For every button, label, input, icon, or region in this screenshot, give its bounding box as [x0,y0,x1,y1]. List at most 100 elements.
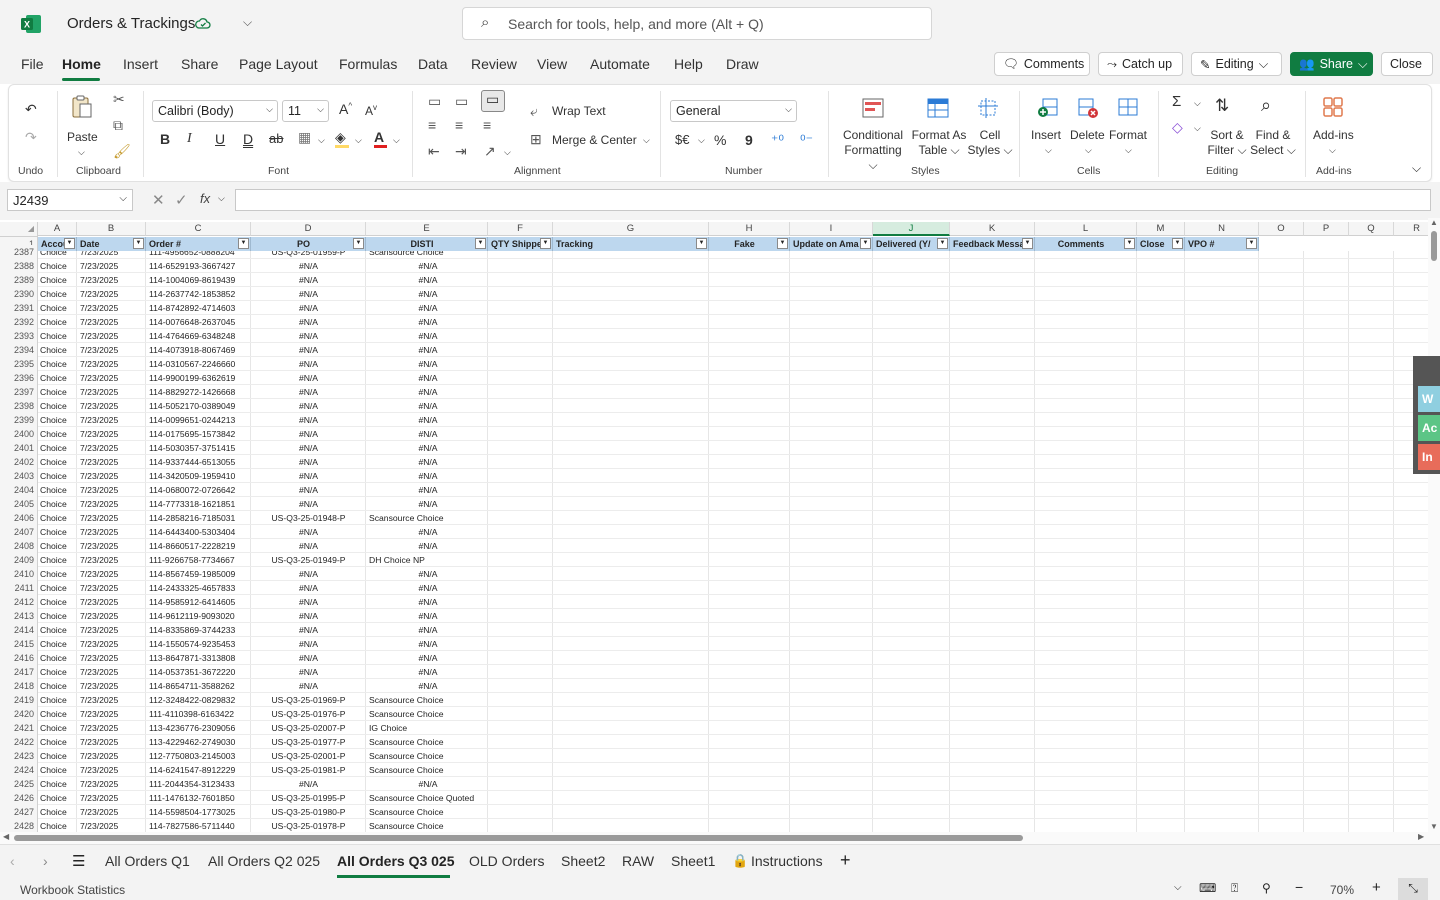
row-number[interactable]: 2411 [0,581,38,595]
font-color-icon[interactable]: A [374,129,387,148]
cell-e[interactable]: Scansource Choice [369,707,487,721]
increase-font-size-icon[interactable]: A^ [339,101,352,117]
chevron-down-icon[interactable]: ⌵ [218,193,225,204]
header-cell-f[interactable]: QTY Shippe ▼ [488,237,553,251]
cell-e[interactable]: #N/A [369,357,487,371]
keyboard-icon[interactable]: ⌨ [1199,881,1216,895]
cell-d[interactable]: US-Q3-25-01977-P [251,735,366,749]
vertical-scroll-thumb[interactable] [1431,231,1437,261]
cell-b[interactable]: 7/23/2025 [80,329,144,343]
cell-b[interactable]: 7/23/2025 [80,399,144,413]
chevron-down-icon[interactable]: ⌵ [318,135,325,146]
cell-e[interactable]: #N/A [369,343,487,357]
cell-b[interactable]: 7/23/2025 [80,819,144,832]
cell-d[interactable]: US-Q3-25-01981-P [251,763,366,777]
cell-d[interactable]: #N/A [251,427,366,441]
increase-indent-icon[interactable]: ⇥ [455,143,467,160]
horizontal-scroll-thumb[interactable] [14,835,1023,841]
column-header-p[interactable]: P [1304,222,1349,236]
conditional-formatting-button[interactable]: Conditional Formatting ⌵ [839,128,907,173]
align-middle-icon[interactable]: ▭ [455,93,468,110]
cell-d[interactable]: US-Q3-25-01976-P [251,707,366,721]
cell-d[interactable]: #N/A [251,315,366,329]
redo-icon[interactable]: ↷ [25,129,37,146]
menu-help[interactable]: Help [674,56,703,72]
ribbon-collapse-icon[interactable]: ⌵ [1412,161,1421,176]
header-cell-m[interactable]: Close ▼ [1137,237,1185,251]
row-number[interactable]: 2403 [0,469,38,483]
cell-c[interactable]: 113-4229462-2749030 [149,735,249,749]
cell-c[interactable]: 114-0175695-1573842 [149,427,249,441]
header-cell-a[interactable]: Accou ▼ [38,237,77,251]
column-header-k[interactable]: K [950,222,1035,236]
cell-a[interactable]: Choice [40,693,76,707]
header-cell-g[interactable]: Tracking ▼ [553,237,709,251]
cell-b[interactable]: 7/23/2025 [80,371,144,385]
menu-page-layout[interactable]: Page Layout [239,56,318,72]
chevron-down-icon[interactable]: ⌵ [643,135,650,146]
cell-e[interactable]: #N/A [369,301,487,315]
align-left-icon[interactable]: ≡ [428,117,436,133]
cell-a[interactable]: Choice [40,819,76,832]
currency-format-icon[interactable]: $€ [675,132,689,147]
chevron-down-icon[interactable]: ⌵ [393,135,400,146]
chevron-down-icon[interactable]: ⌵ [1045,145,1052,156]
side-tab-in[interactable]: In [1418,444,1440,470]
cell-b[interactable]: 7/23/2025 [80,749,144,763]
cell-c[interactable]: 114-9612119-9093020 [149,609,249,623]
filter-dropdown-icon[interactable]: ▼ [1172,238,1183,249]
document-title[interactable]: Orders & Trackings [67,15,195,32]
cell-a[interactable]: Choice [40,399,76,413]
cell-c[interactable]: 112-7750803-2145003 [149,749,249,763]
cell-d[interactable]: #N/A [251,665,366,679]
cell-c[interactable]: 114-8567459-1985009 [149,567,249,581]
cell-a[interactable]: Choice [40,385,76,399]
orientation-icon[interactable]: ↗ [484,143,496,160]
cell-d[interactable]: US-Q3-25-01969-P [251,693,366,707]
row-number[interactable]: 2387 [0,245,38,259]
row-number[interactable]: 2404 [0,483,38,497]
cell-c[interactable]: 114-0076648-2637045 [149,315,249,329]
cell-a[interactable]: Choice [40,273,76,287]
cell-e[interactable]: #N/A [369,455,487,469]
cut-icon[interactable]: ✂ [113,91,125,108]
workbook-statistics[interactable]: Workbook Statistics [20,883,125,897]
wrap-text-button[interactable]: Wrap Text [552,104,606,119]
cell-e[interactable]: #N/A [369,595,487,609]
sheet-tab-raw[interactable]: RAW [622,853,654,869]
cell-a[interactable]: Choice [40,315,76,329]
cell-b[interactable]: 7/23/2025 [80,469,144,483]
percent-format-icon[interactable]: % [714,132,726,148]
cell-c[interactable]: 114-8660517-2228219 [149,539,249,553]
sheet-tab-old-orders[interactable]: OLD Orders [469,853,544,869]
row-number[interactable]: 2391 [0,301,38,315]
filter-dropdown-icon[interactable]: ▼ [696,238,707,249]
add-sheet-icon[interactable]: + [840,850,851,871]
row-number[interactable]: 2418 [0,679,38,693]
menu-share[interactable]: Share [181,56,218,72]
chevron-down-icon[interactable]: ⌵ [504,147,511,158]
cell-a[interactable]: Choice [40,259,76,273]
cell-a[interactable]: Choice [40,371,76,385]
cell-c[interactable]: 114-0680072-0726642 [149,483,249,497]
cell-d[interactable]: #N/A [251,567,366,581]
cell-d[interactable]: #N/A [251,329,366,343]
cell-a[interactable]: Choice [40,665,76,679]
cell-a[interactable]: Choice [40,553,76,567]
cell-a[interactable]: Choice [40,287,76,301]
cell-b[interactable]: 7/23/2025 [80,665,144,679]
merge-center-icon[interactable]: ⊞ [530,131,542,148]
row-number[interactable]: 2406 [0,511,38,525]
row-number[interactable]: 2394 [0,343,38,357]
filter-dropdown-icon[interactable]: ▼ [1124,238,1135,249]
align-bottom-icon[interactable]: ▭ [481,90,505,112]
cell-a[interactable]: Choice [40,623,76,637]
row-number[interactable]: 2401 [0,441,38,455]
cell-b[interactable]: 7/23/2025 [80,413,144,427]
cell-d[interactable]: #N/A [251,413,366,427]
menu-automate[interactable]: Automate [590,56,650,72]
chevron-down-icon[interactable]: ⌵ [698,135,705,146]
cell-d[interactable]: #N/A [251,483,366,497]
cell-b[interactable]: 7/23/2025 [80,427,144,441]
font-size-select[interactable]: 11 ⌵ [282,100,329,122]
